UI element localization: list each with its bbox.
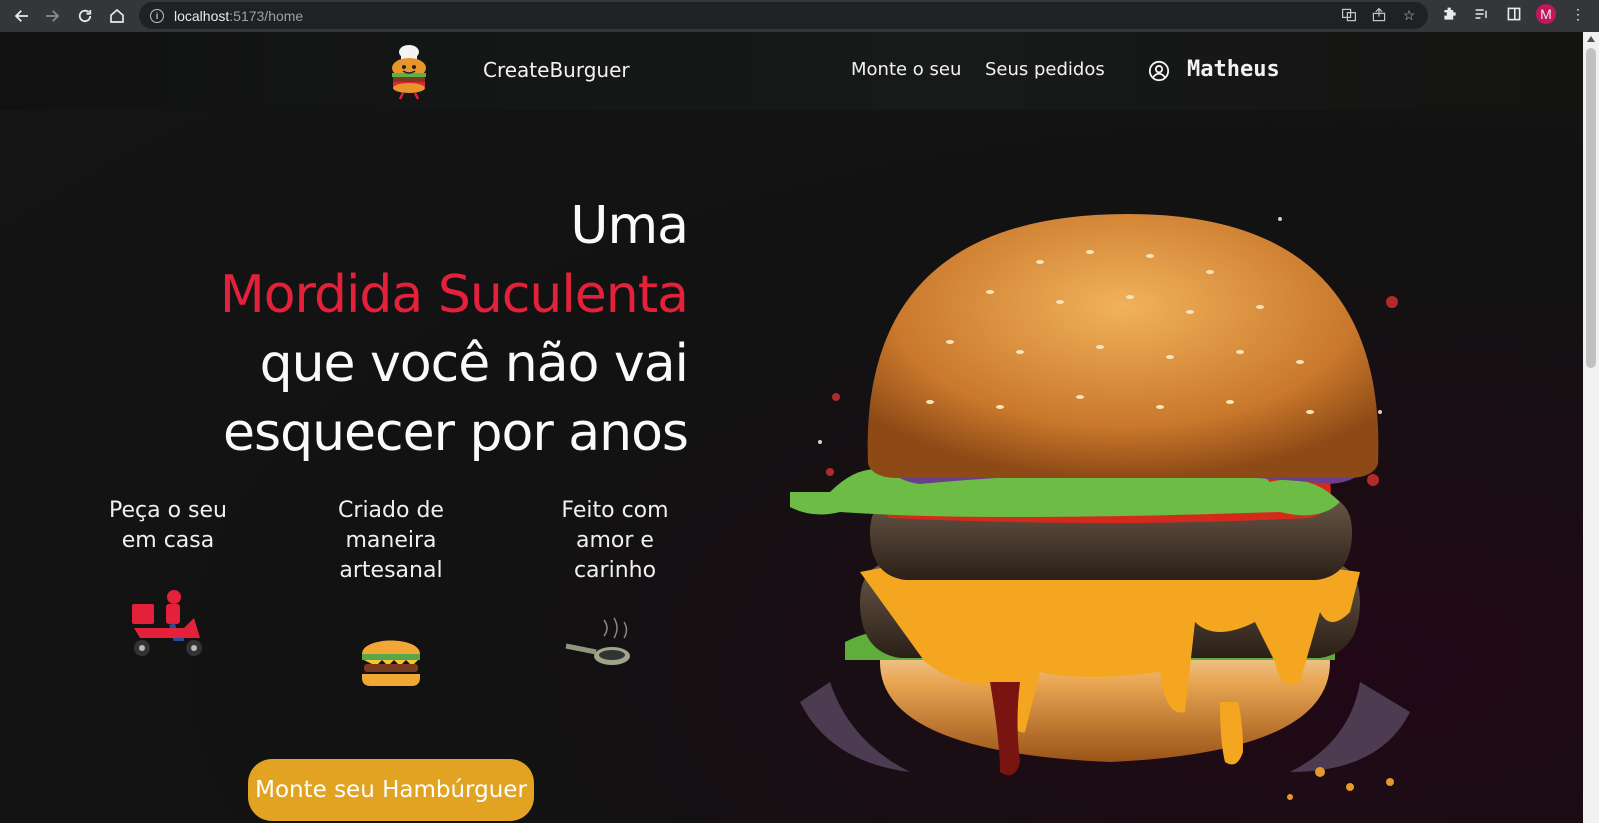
address-bar[interactable]: i localhost:5173/home ☆: [139, 2, 1428, 29]
forward-icon[interactable]: [38, 2, 66, 30]
feature-delivery: Peça o seu em casa: [83, 496, 253, 556]
delivery-scooter-icon: [132, 590, 202, 656]
profile-avatar[interactable]: M: [1536, 4, 1556, 24]
hero-headline: Uma Mordida Suculenta que você não vai e…: [219, 192, 689, 468]
feature-artesanal: Criado de maneira artesanal: [306, 496, 476, 586]
headline-line-1: Uma: [570, 196, 689, 256]
feature-text: carinho: [573, 558, 657, 583]
user-name[interactable]: Matheus: [1187, 57, 1280, 82]
nav-monte-o-seu[interactable]: Monte o seu: [851, 59, 961, 80]
chef-burger-logo-icon[interactable]: [383, 42, 435, 100]
page: CreateBurguer Monte o seu Seus pedidos M…: [0, 32, 1583, 823]
back-icon[interactable]: [8, 2, 36, 30]
page-scrollbar[interactable]: [1583, 32, 1599, 823]
extensions-icon[interactable]: [1440, 4, 1460, 24]
feature-text: amor e: [576, 528, 654, 553]
translate-icon[interactable]: [1340, 6, 1358, 24]
feature-text: artesanal: [339, 558, 443, 583]
headline-line-2: Mordida Suculenta: [219, 265, 689, 325]
reload-icon[interactable]: [71, 2, 99, 30]
frying-pan-icon: [565, 617, 630, 665]
feature-text: Feito com: [561, 498, 669, 523]
side-panel-icon[interactable]: [1504, 4, 1524, 24]
feature-text: Peça o seu: [109, 498, 227, 523]
url-text: localhost:5173/home: [174, 7, 304, 24]
feature-text: maneira: [345, 528, 437, 553]
home-icon[interactable]: [103, 2, 131, 30]
menu-kebab-icon[interactable]: ⋮: [1568, 4, 1588, 24]
reading-list-icon[interactable]: [1472, 4, 1492, 24]
site-info-icon[interactable]: i: [150, 8, 164, 23]
bookmark-star-icon[interactable]: ☆: [1400, 6, 1418, 24]
share-icon[interactable]: [1370, 6, 1388, 24]
site-header: CreateBurguer Monte o seu Seus pedidos M…: [0, 32, 1583, 110]
burger-hero-image: [790, 214, 1410, 800]
feature-amor: Feito com amor e carinho: [530, 496, 700, 586]
headline-line-3: que você não vai: [259, 334, 689, 394]
feature-text: Criado de: [338, 498, 444, 523]
nav-seus-pedidos[interactable]: Seus pedidos: [985, 59, 1105, 80]
build-burger-button[interactable]: Monte seu Hambúrguer: [248, 759, 534, 821]
scrollbar-thumb[interactable]: [1586, 48, 1596, 368]
user-circle-icon[interactable]: [1148, 60, 1170, 82]
headline-line-4: esquecer por anos: [223, 403, 689, 463]
scroll-up-arrow-icon[interactable]: [1587, 36, 1595, 42]
brand-name[interactable]: CreateBurguer: [483, 58, 630, 82]
feature-text: em casa: [121, 528, 215, 553]
burger-icon: [362, 640, 420, 686]
browser-toolbar: i localhost:5173/home ☆ M ⋮: [0, 0, 1599, 32]
